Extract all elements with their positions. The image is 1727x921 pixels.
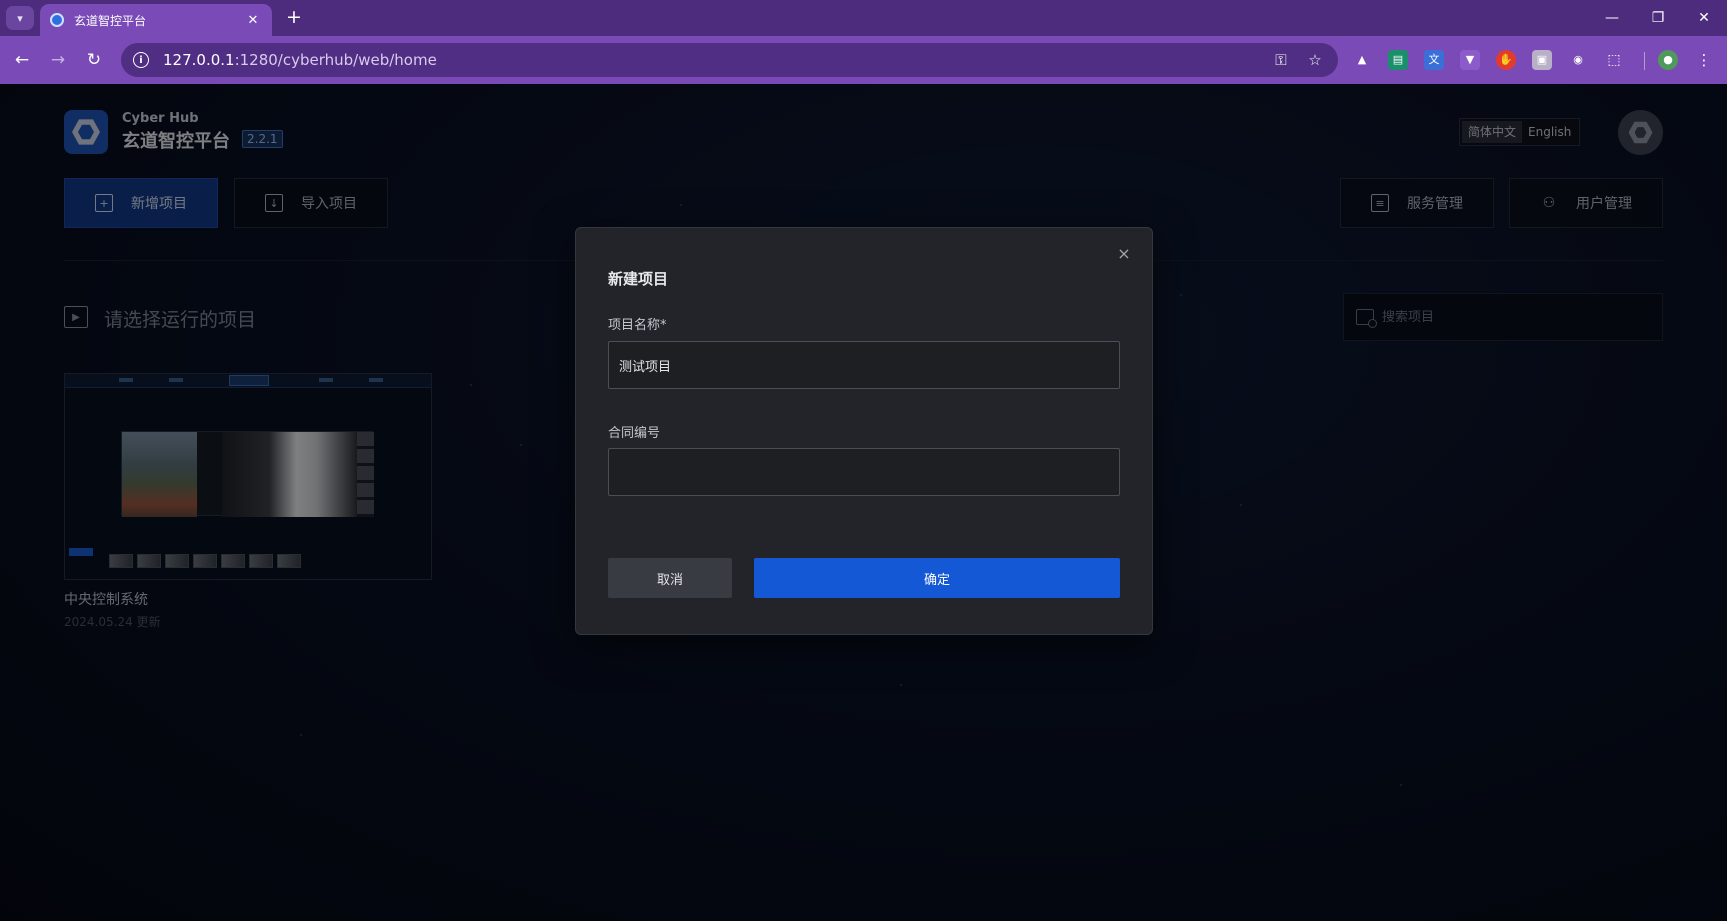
project-name-label: 项目名称* xyxy=(608,318,667,333)
reload-icon[interactable]: ↻ xyxy=(82,48,106,72)
tab-close-icon[interactable]: ✕ xyxy=(244,13,262,28)
close-icon[interactable]: × xyxy=(1116,246,1132,262)
extension-shield-icon[interactable]: ◉ xyxy=(1568,50,1588,70)
forward-icon[interactable]: → xyxy=(46,48,70,72)
tab-favicon-icon xyxy=(50,13,64,27)
cancel-button[interactable]: 取消 xyxy=(608,558,732,598)
address-bar[interactable]: i 127.0.0.1:1280/cyberhub/web/home ⚿ ☆ xyxy=(121,43,1338,77)
profile-avatar-icon[interactable]: ● xyxy=(1658,50,1678,70)
browser-tab[interactable]: 玄道智控平台 ✕ xyxy=(40,4,272,36)
tab-search-menu-icon[interactable]: ▾ xyxy=(6,6,34,30)
extension-red-icon[interactable]: ✋ xyxy=(1496,50,1516,70)
restore-icon[interactable]: ❐ xyxy=(1636,6,1680,30)
more-menu-icon[interactable]: ⋮ xyxy=(1694,50,1714,70)
browser-tab-bar: ▾ 玄道智控平台 ✕ + — ❐ ✕ xyxy=(0,0,1727,36)
extension-purple-icon[interactable]: ▼ xyxy=(1460,50,1480,70)
key-icon[interactable]: ⚿ xyxy=(1271,50,1291,70)
dialog-title: 新建项目 xyxy=(608,270,669,288)
extension-green-icon[interactable]: ▤ xyxy=(1388,50,1408,70)
new-project-dialog: × 新建项目 项目名称* 合同编号 取消 确定 xyxy=(575,227,1153,635)
project-name-input[interactable] xyxy=(608,341,1120,389)
browser-toolbar: ← → ↻ i 127.0.0.1:1280/cyberhub/web/home… xyxy=(0,36,1727,84)
contract-number-input[interactable] xyxy=(608,448,1120,496)
confirm-button[interactable]: 确定 xyxy=(754,558,1120,598)
star-icon[interactable]: ☆ xyxy=(1305,50,1325,70)
extensions-puzzle-icon[interactable]: ⬚ xyxy=(1604,50,1624,70)
back-icon[interactable]: ← xyxy=(10,48,34,72)
new-tab-icon[interactable]: + xyxy=(282,6,306,30)
extension-triangle-icon[interactable]: ▲ xyxy=(1352,50,1372,70)
toolbar-separator xyxy=(1644,52,1645,70)
contract-number-label: 合同编号 xyxy=(608,426,661,441)
minimize-icon[interactable]: — xyxy=(1590,6,1634,30)
url-host: 127.0.0.1 xyxy=(163,51,235,69)
extension-gray-icon[interactable]: ▣ xyxy=(1532,50,1552,70)
tab-title: 玄道智控平台 xyxy=(74,13,147,28)
app-page: Cyber Hub 玄道智控平台 2.2.1 简体中文 English + 新增… xyxy=(0,84,1727,921)
extension-translate-icon[interactable]: 文 xyxy=(1424,50,1444,70)
site-info-icon[interactable]: i xyxy=(133,52,149,68)
url-path: :1280/cyberhub/web/home xyxy=(234,51,437,69)
window-close-icon[interactable]: ✕ xyxy=(1682,6,1726,30)
